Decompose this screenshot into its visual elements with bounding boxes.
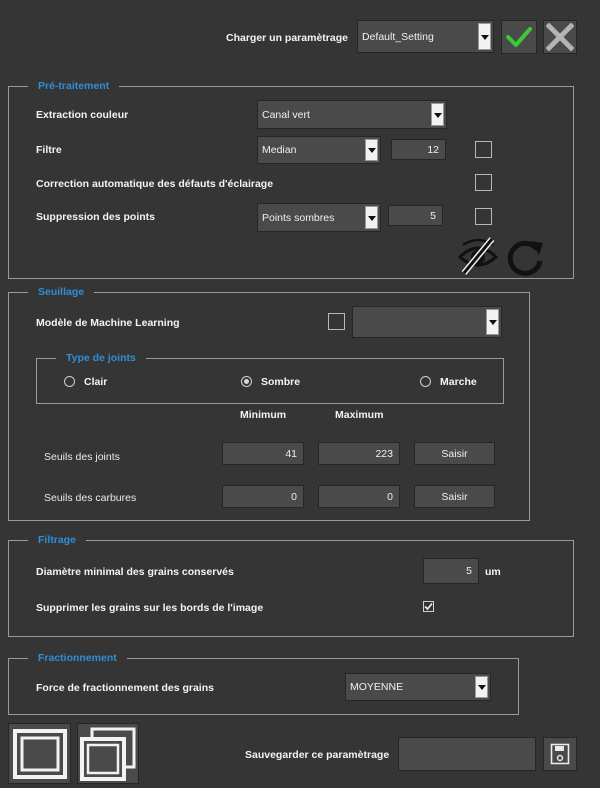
preview-toggle-button[interactable] bbox=[457, 237, 499, 275]
carbides-seize-button[interactable]: Saisir bbox=[414, 485, 495, 508]
joint-type-title: Type de joints bbox=[56, 352, 146, 364]
min-diameter-label: Diamètre minimal des grains conservés bbox=[36, 566, 234, 578]
seuillage-title: Seuillage bbox=[28, 286, 95, 298]
lighting-correction-label: Correction automatique des défauts d'écl… bbox=[36, 178, 274, 190]
carbides-min-input[interactable]: 0 bbox=[222, 485, 304, 508]
points-removal-value: Points sombres bbox=[262, 211, 335, 224]
radio-sombre-indicator[interactable] bbox=[241, 376, 252, 387]
save-disk-icon bbox=[550, 743, 570, 765]
refresh-icon bbox=[507, 240, 543, 276]
setting-select[interactable]: Default_Setting bbox=[357, 20, 494, 53]
chevron-down-icon[interactable] bbox=[365, 139, 378, 161]
remove-edge-grains-checkbox[interactable] bbox=[423, 601, 434, 612]
carbides-threshold-label: Seuils des carbures bbox=[44, 492, 137, 504]
single-view-button[interactable] bbox=[8, 723, 71, 784]
minimum-header: Minimum bbox=[240, 409, 287, 421]
fractionnement-title: Fractionnement bbox=[28, 652, 127, 664]
filtrage-group bbox=[8, 540, 574, 637]
joints-seize-button[interactable]: Saisir bbox=[414, 442, 495, 465]
save-setting-name-input[interactable] bbox=[398, 737, 536, 771]
chevron-down-icon[interactable] bbox=[365, 206, 378, 229]
joints-min-input[interactable]: 41 bbox=[222, 442, 304, 465]
points-removal-label: Suppression des points bbox=[36, 211, 156, 223]
filter-value: Median bbox=[262, 144, 297, 156]
pretraitement-title: Pré-traitement bbox=[28, 80, 120, 92]
diameter-unit: um bbox=[485, 566, 501, 578]
color-extraction-value: Canal vert bbox=[262, 108, 310, 121]
carbides-max-input[interactable]: 0 bbox=[318, 485, 400, 508]
color-extraction-label: Extraction couleur bbox=[36, 109, 129, 121]
fractionation-strength-select[interactable]: MOYENNE bbox=[345, 673, 491, 701]
multi-window-icon bbox=[80, 727, 136, 781]
save-setting-button[interactable] bbox=[543, 737, 577, 771]
ml-model-select[interactable] bbox=[352, 306, 502, 338]
points-removal-checkbox[interactable] bbox=[475, 208, 492, 225]
chevron-down-icon[interactable] bbox=[431, 103, 444, 126]
setting-select-value: Default_Setting bbox=[362, 30, 434, 43]
chevron-down-icon[interactable] bbox=[475, 676, 488, 698]
radio-marche-label: Marche bbox=[440, 376, 477, 388]
check-icon bbox=[424, 602, 433, 611]
radio-sombre-label: Sombre bbox=[261, 376, 301, 388]
joints-max-input[interactable]: 223 bbox=[318, 442, 400, 465]
filtrage-title: Filtrage bbox=[28, 534, 86, 546]
maximum-header: Maximum bbox=[335, 409, 384, 421]
joints-threshold-label: Seuils des joints bbox=[44, 451, 120, 463]
radio-clair-indicator[interactable] bbox=[64, 376, 75, 387]
radio-clair-label: Clair bbox=[84, 376, 108, 388]
filter-select[interactable]: Median bbox=[257, 136, 381, 164]
points-removal-select[interactable]: Points sombres bbox=[257, 203, 381, 232]
radio-marche-indicator[interactable] bbox=[420, 376, 431, 387]
save-setting-label: Sauvegarder ce paramètrage bbox=[245, 749, 390, 761]
cancel-setting-button[interactable] bbox=[543, 20, 577, 54]
close-icon bbox=[546, 23, 574, 51]
fractionation-strength-value: MOYENNE bbox=[350, 681, 404, 693]
multi-view-button[interactable] bbox=[77, 723, 139, 784]
confirm-setting-button[interactable] bbox=[501, 20, 537, 54]
ml-model-label: Modèle de Machine Learning bbox=[36, 317, 180, 329]
filter-label: Filtre bbox=[36, 144, 62, 156]
points-size-input[interactable]: 5 bbox=[388, 205, 443, 226]
ml-model-checkbox[interactable] bbox=[328, 313, 345, 330]
check-icon bbox=[506, 27, 532, 47]
lighting-correction-checkbox[interactable] bbox=[475, 174, 492, 191]
color-extraction-select[interactable]: Canal vert bbox=[257, 100, 447, 129]
chevron-down-icon[interactable] bbox=[478, 23, 491, 50]
min-diameter-input[interactable]: 5 bbox=[423, 558, 479, 584]
remove-edge-grains-label: Supprimer les grains sur les bords de l'… bbox=[36, 602, 264, 614]
refresh-button[interactable] bbox=[503, 237, 547, 277]
fractionation-strength-label: Force de fractionnement des grains bbox=[36, 682, 214, 694]
filter-size-input[interactable]: 12 bbox=[391, 139, 446, 160]
eye-off-icon bbox=[457, 237, 499, 275]
load-setting-label: Charger un paramètrage bbox=[226, 32, 348, 44]
chevron-down-icon[interactable] bbox=[486, 309, 499, 335]
filter-checkbox[interactable] bbox=[475, 141, 492, 158]
single-window-icon bbox=[12, 728, 67, 779]
